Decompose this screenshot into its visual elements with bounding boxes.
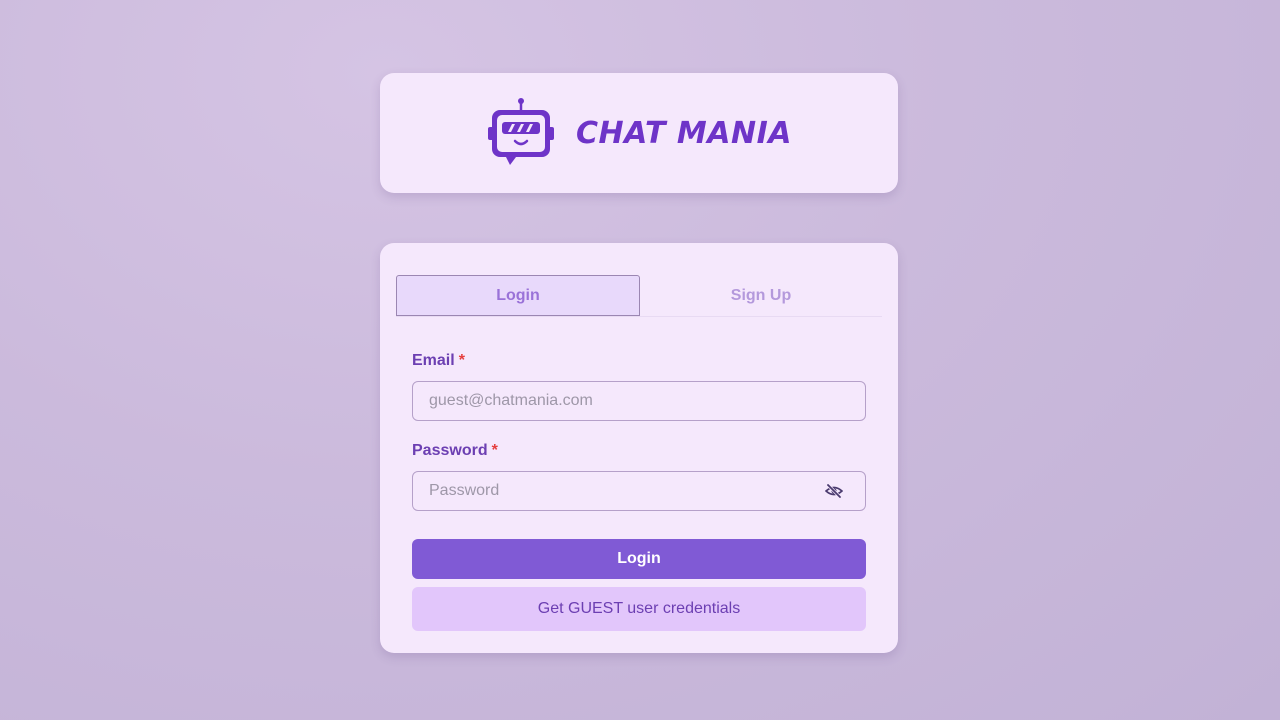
required-marker: * <box>491 442 498 459</box>
auth-form-card: Login Sign Up Email* Password* Login Get… <box>380 243 898 653</box>
tab-sign-up[interactable]: Sign Up <box>640 275 882 316</box>
show-password-button[interactable] <box>824 481 844 501</box>
password-label: Password * <box>412 441 866 461</box>
password-field-wrapper <box>412 471 866 511</box>
login-form: Email* Password* Login Get GUEST user cr… <box>396 351 882 631</box>
brand-title: CHAT MANIA <box>576 115 792 151</box>
brand-header-card: CHAT MANIA <box>380 73 898 193</box>
auth-tabs: Login Sign Up <box>396 275 882 317</box>
email-field-wrapper <box>412 381 866 421</box>
guest-credentials-button[interactable]: Get GUEST user credentials <box>412 587 866 631</box>
password-label-text: Password <box>412 442 488 459</box>
robot-chat-icon <box>488 98 555 165</box>
brand: CHAT MANIA <box>486 98 792 168</box>
tab-login[interactable]: Login <box>396 275 640 316</box>
eye-slash-icon <box>825 483 843 499</box>
email-field[interactable] <box>412 381 866 421</box>
email-label: Email * <box>412 351 866 371</box>
required-marker: * <box>458 352 465 369</box>
email-label-text: Email <box>412 352 455 369</box>
password-field[interactable] <box>412 471 866 511</box>
login-button[interactable]: Login <box>412 539 866 579</box>
